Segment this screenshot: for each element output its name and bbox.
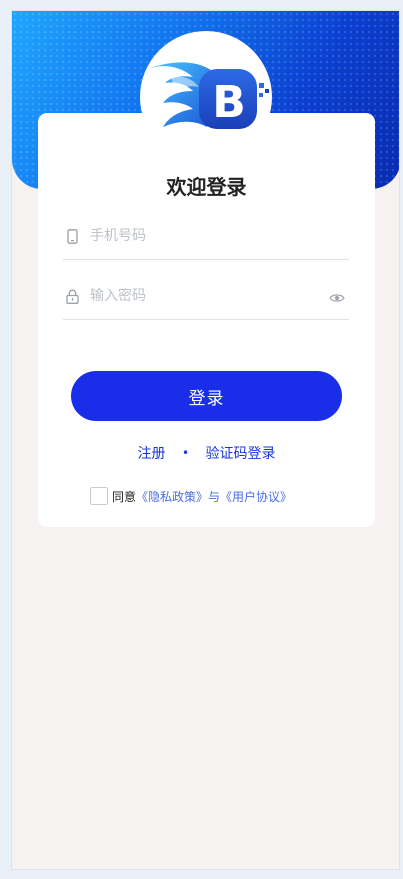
login-card: 欢迎登录 手机号码 登录 注册 • 验证码登录 同意 《隐私政策》 与 《用户协… — [38, 113, 375, 527]
privacy-policy-link[interactable]: 《隐私政策》 — [136, 488, 208, 505]
password-field — [63, 273, 349, 320]
login-button[interactable]: 登录 — [71, 371, 342, 421]
agreement-row: 同意 《隐私政策》 与 《用户协议》 — [90, 487, 292, 505]
password-input[interactable] — [90, 288, 329, 304]
phone-input[interactable] — [90, 228, 349, 244]
svg-text:B: B — [212, 77, 246, 128]
page-title: 欢迎登录 — [166, 175, 247, 199]
agreement-checkbox[interactable] — [90, 487, 108, 505]
app-frame: B 欢迎登录 手机号码 登录 注册 • 验证码登录 同意 《隐私政策》 与 《用… — [11, 10, 400, 870]
app-logo: B — [140, 31, 272, 163]
links-separator: • — [181, 446, 190, 460]
sms-login-link[interactable]: 验证码登录 — [205, 443, 275, 463]
phone-icon — [65, 228, 79, 244]
user-agreement-link[interactable]: 《用户协议》 — [220, 488, 292, 505]
agreement-prefix: 同意 — [112, 489, 137, 504]
eye-icon[interactable] — [329, 289, 347, 303]
register-link[interactable]: 注册 — [138, 443, 166, 463]
phone-field — [63, 213, 349, 260]
lock-icon — [65, 288, 79, 304]
secondary-links: 注册 • 验证码登录 — [38, 443, 375, 463]
logo-mark-icon: B — [147, 62, 269, 129]
agreement-joiner: 与 — [208, 489, 221, 504]
